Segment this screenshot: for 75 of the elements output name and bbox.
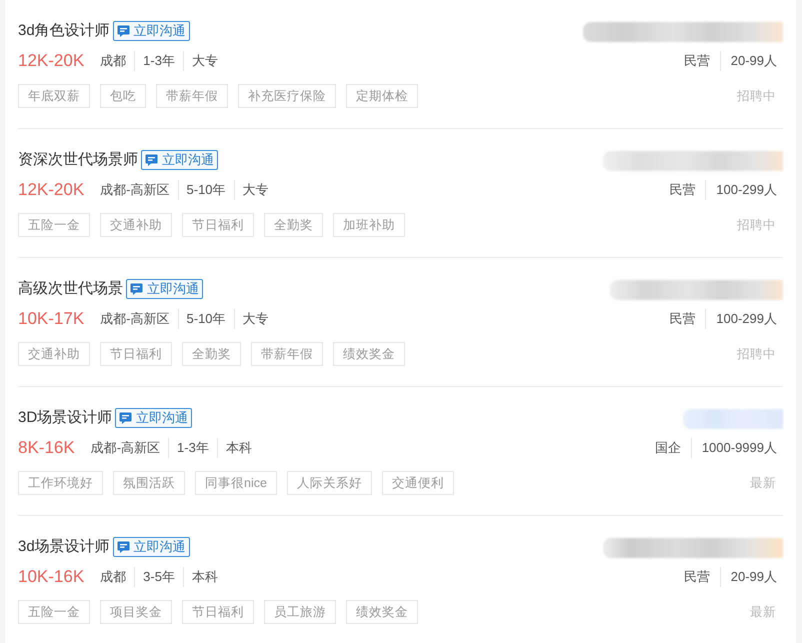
salary-range: 10K-16K bbox=[18, 566, 84, 588]
salary-range: 12K-20K bbox=[18, 179, 84, 202]
benefit-tag: 交通补助 bbox=[100, 213, 172, 237]
benefit-tag: 氛围活跃 bbox=[113, 471, 185, 495]
job-requirement: 成都-高新区 bbox=[100, 310, 171, 328]
benefit-tag: 五险一金 bbox=[18, 600, 90, 624]
benefit-tag: 带薪年假 bbox=[156, 84, 228, 108]
benefit-tag: 带薪年假 bbox=[251, 342, 323, 366]
chat-bubble-icon bbox=[119, 412, 132, 424]
job-status: 最新 bbox=[750, 604, 776, 621]
chat-now-button[interactable]: 立即沟通 bbox=[126, 279, 203, 299]
salary-range: 10K-17K bbox=[18, 308, 84, 330]
job-requirement: 3-5年 bbox=[134, 567, 183, 587]
job-title[interactable]: 3d角色设计师 bbox=[18, 20, 110, 42]
job-requirement: 本科 bbox=[182, 567, 226, 587]
benefit-tag: 节日福利 bbox=[182, 213, 254, 237]
benefit-tag: 交通便利 bbox=[382, 471, 454, 495]
company-info: 民营 bbox=[682, 568, 711, 586]
job-title[interactable]: 高级次世代场景 bbox=[18, 278, 123, 300]
benefit-tag: 同事很nice bbox=[195, 471, 277, 495]
job-status: 招聘中 bbox=[737, 88, 776, 105]
company-info: 100-299人 bbox=[705, 180, 777, 200]
benefit-tag: 补充医疗保险 bbox=[238, 84, 336, 108]
benefit-tag: 全勤奖 bbox=[264, 213, 323, 237]
job-title[interactable]: 3d场景设计师 bbox=[18, 536, 110, 558]
benefit-tag: 包吃 bbox=[100, 84, 146, 108]
company-info: 20-99人 bbox=[720, 567, 777, 587]
salary-range: 12K-20K bbox=[18, 50, 84, 72]
chat-bubble-icon bbox=[145, 154, 158, 166]
job-requirement: 5-10年 bbox=[178, 309, 234, 329]
benefit-tag: 工作环境好 bbox=[18, 471, 103, 495]
job-requirement: 1-3年 bbox=[168, 438, 217, 458]
benefit-tag: 项目奖金 bbox=[100, 600, 172, 624]
company-info: 1000-9999人 bbox=[690, 438, 777, 458]
company-info: 20-99人 bbox=[720, 51, 777, 71]
job-requirement: 大专 bbox=[234, 180, 277, 200]
chat-bubble-icon bbox=[130, 283, 143, 295]
benefit-tag: 人际关系好 bbox=[286, 471, 372, 495]
chat-now-button[interactable]: 立即沟通 bbox=[112, 21, 190, 41]
job-requirement: 成都-高新区 bbox=[100, 181, 171, 200]
chat-now-button[interactable]: 立即沟通 bbox=[115, 408, 192, 428]
benefit-tag: 年底双薪 bbox=[18, 84, 90, 108]
benefit-tag: 全勤奖 bbox=[182, 342, 241, 366]
benefit-tag: 员工旅游 bbox=[264, 600, 336, 624]
benefit-tag: 交通补助 bbox=[18, 342, 90, 366]
benefit-tag: 绩效奖金 bbox=[346, 600, 418, 624]
job-requirement: 大专 bbox=[182, 51, 226, 71]
job-requirement: 成都-高新区 bbox=[90, 439, 162, 458]
benefit-tag: 绩效奖金 bbox=[333, 342, 405, 366]
chat-bubble-icon bbox=[116, 25, 130, 37]
job-requirement: 成都 bbox=[100, 568, 128, 586]
job-title[interactable]: 资深次世代场景师 bbox=[18, 148, 138, 172]
job-status: 招聘中 bbox=[737, 346, 776, 363]
job-requirement: 成都 bbox=[100, 52, 128, 70]
company-info: 100-299人 bbox=[705, 309, 777, 329]
job-title[interactable]: 3D场景设计师 bbox=[18, 406, 112, 430]
benefit-tag: 节日福利 bbox=[100, 342, 172, 366]
company-info: 民营 bbox=[668, 181, 696, 200]
job-requirement: 1-3年 bbox=[134, 51, 183, 71]
job-requirement: 大专 bbox=[234, 309, 277, 329]
job-requirement: 本科 bbox=[216, 438, 260, 458]
salary-range: 8K-16K bbox=[18, 437, 75, 460]
chat-now-button[interactable]: 立即沟通 bbox=[112, 537, 190, 557]
chat-now-button[interactable]: 立即沟通 bbox=[141, 150, 218, 170]
company-info: 民营 bbox=[682, 52, 711, 70]
benefit-tag: 五险一金 bbox=[18, 213, 90, 237]
job-status: 最新 bbox=[750, 474, 776, 492]
benefit-tag: 节日福利 bbox=[182, 600, 254, 624]
chat-bubble-icon bbox=[116, 541, 130, 553]
benefit-tag: 定期体检 bbox=[346, 84, 418, 108]
benefit-tag: 加班补助 bbox=[333, 213, 405, 237]
job-status: 招聘中 bbox=[737, 216, 776, 234]
company-info: 民营 bbox=[668, 310, 696, 328]
job-requirement: 5-10年 bbox=[178, 180, 234, 200]
company-info: 国企 bbox=[654, 439, 682, 458]
